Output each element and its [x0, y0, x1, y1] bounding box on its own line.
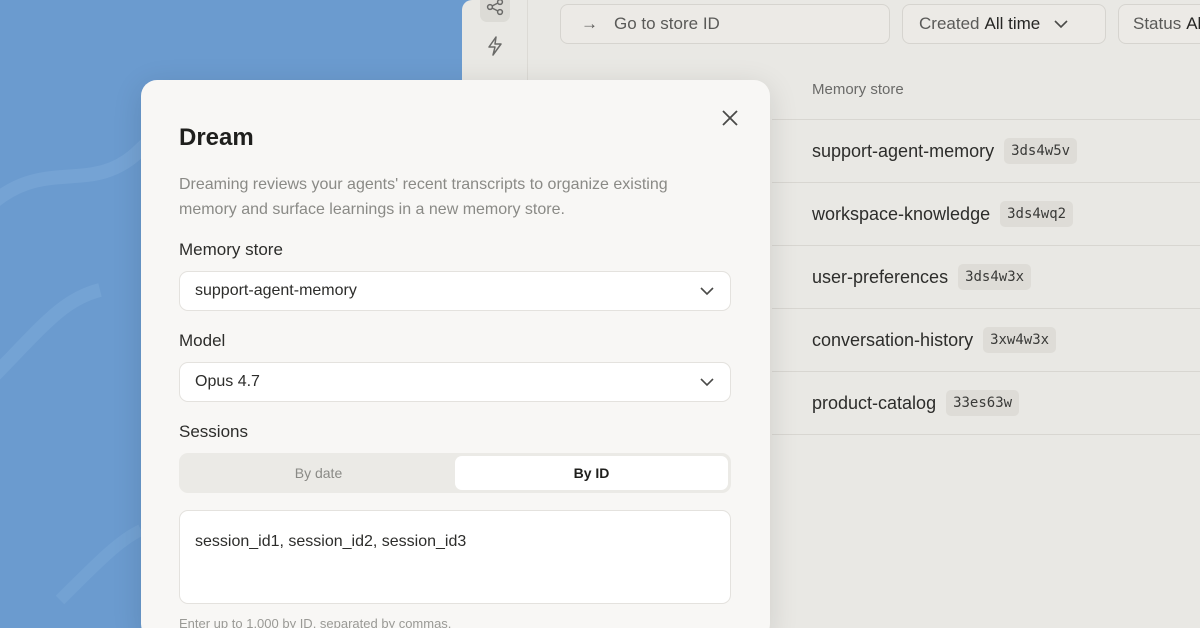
- session-ids-hint: Enter up to 1,000 by ID, separated by co…: [179, 616, 452, 628]
- store-id-badge: 3ds4w3x: [958, 264, 1032, 290]
- table-row[interactable]: workspace-knowledge 3ds4wq2: [772, 183, 1200, 246]
- session-ids-textarea[interactable]: session_id1, session_id2, session_id3: [179, 510, 731, 604]
- table-row[interactable]: product-catalog 33es63w: [772, 372, 1200, 435]
- store-id-badge: 3ds4wq2: [1000, 201, 1074, 227]
- store-id-badge: 3xw4w3x: [983, 327, 1057, 353]
- store-name: user-preferences: [812, 266, 949, 287]
- arrow-right-icon: →: [581, 14, 598, 33]
- memory-store-label: Memory store: [179, 240, 283, 259]
- chevron-down-icon: [700, 377, 714, 386]
- go-to-store-input[interactable]: → Go to store ID: [560, 4, 890, 44]
- go-to-store-placeholder: Go to store ID: [614, 14, 720, 33]
- share-nodes-icon[interactable]: [480, 0, 510, 22]
- sessions-label: Sessions: [179, 422, 248, 441]
- store-name: conversation-history: [812, 329, 974, 350]
- status-filter-label: Status: [1133, 14, 1182, 33]
- lightning-icon[interactable]: [480, 31, 510, 61]
- store-id-badge: 33es63w: [946, 390, 1020, 416]
- created-filter-value: All time: [984, 14, 1041, 33]
- dialog-description: Dreaming reviews your agents' recent tra…: [179, 176, 668, 218]
- table-row[interactable]: support-agent-memory 3ds4w5v: [772, 120, 1200, 183]
- model-value: Opus 4.7: [195, 373, 260, 390]
- created-filter[interactable]: Created All time: [902, 4, 1106, 44]
- table-row[interactable]: conversation-history 3xw4w3x: [772, 309, 1200, 372]
- chevron-down-icon: [1054, 19, 1068, 28]
- memory-store-value: support-agent-memory: [195, 282, 357, 299]
- memory-store-table: Memory store support-agent-memory 3ds4w5…: [772, 60, 1200, 435]
- sessions-mode-toggle: By date By ID: [179, 453, 731, 493]
- tab-by-id[interactable]: By ID: [455, 456, 728, 490]
- close-icon: [722, 110, 738, 126]
- column-header-memory-store: Memory store: [772, 60, 1200, 120]
- dialog-title: Dream: [179, 124, 254, 151]
- tab-by-date[interactable]: By date: [182, 456, 455, 490]
- model-label: Model: [179, 331, 226, 350]
- memory-store-select[interactable]: support-agent-memory: [179, 271, 731, 311]
- store-name: support-agent-memory: [812, 140, 995, 161]
- close-button[interactable]: [718, 106, 742, 130]
- chevron-down-icon: [700, 286, 714, 295]
- store-id-badge: 3ds4w5v: [1004, 138, 1078, 164]
- store-name: product-catalog: [812, 392, 937, 413]
- toolbar: → Go to store ID Created All time Status…: [560, 4, 1200, 44]
- created-filter-label: Created: [919, 14, 980, 33]
- table-row[interactable]: user-preferences 3ds4w3x: [772, 246, 1200, 309]
- model-select[interactable]: Opus 4.7: [179, 362, 731, 402]
- status-filter[interactable]: Status All: [1118, 4, 1200, 44]
- dream-dialog: Dream Dreaming reviews your agents' rece…: [141, 80, 770, 628]
- store-name: workspace-knowledge: [812, 203, 991, 224]
- status-filter-value: All: [1186, 14, 1200, 33]
